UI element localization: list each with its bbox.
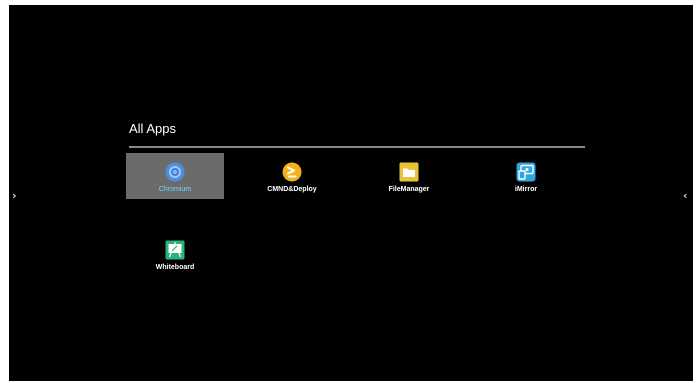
app-label: CMND&Deploy: [267, 186, 317, 193]
folder-icon: [399, 162, 419, 182]
right-arrow-button[interactable]: ‹: [683, 190, 688, 202]
section-title: All Apps: [129, 121, 176, 136]
app-label: Chromium: [158, 186, 192, 193]
app-label: FileManager: [388, 186, 430, 193]
app-label: Whiteboard: [155, 264, 195, 271]
whiteboard-icon: [165, 240, 185, 260]
launcher-screen: › ‹ All Apps Chromium CMND&Deploy FileMa…: [9, 5, 693, 381]
app-label: iMirror: [514, 186, 538, 193]
app-tile-imirror[interactable]: iMirror: [477, 153, 575, 199]
left-arrow-button[interactable]: ›: [12, 190, 17, 202]
app-tile-filemanager[interactable]: FileManager: [360, 153, 458, 199]
cmnd-deploy-icon: [282, 162, 302, 182]
chromium-icon: [165, 162, 185, 182]
app-tile-chromium[interactable]: Chromium: [126, 153, 224, 199]
app-tile-cmnd-deploy[interactable]: CMND&Deploy: [243, 153, 341, 199]
section-divider: [129, 146, 585, 148]
app-tile-whiteboard[interactable]: Whiteboard: [126, 231, 224, 277]
imirror-icon: [516, 162, 536, 182]
